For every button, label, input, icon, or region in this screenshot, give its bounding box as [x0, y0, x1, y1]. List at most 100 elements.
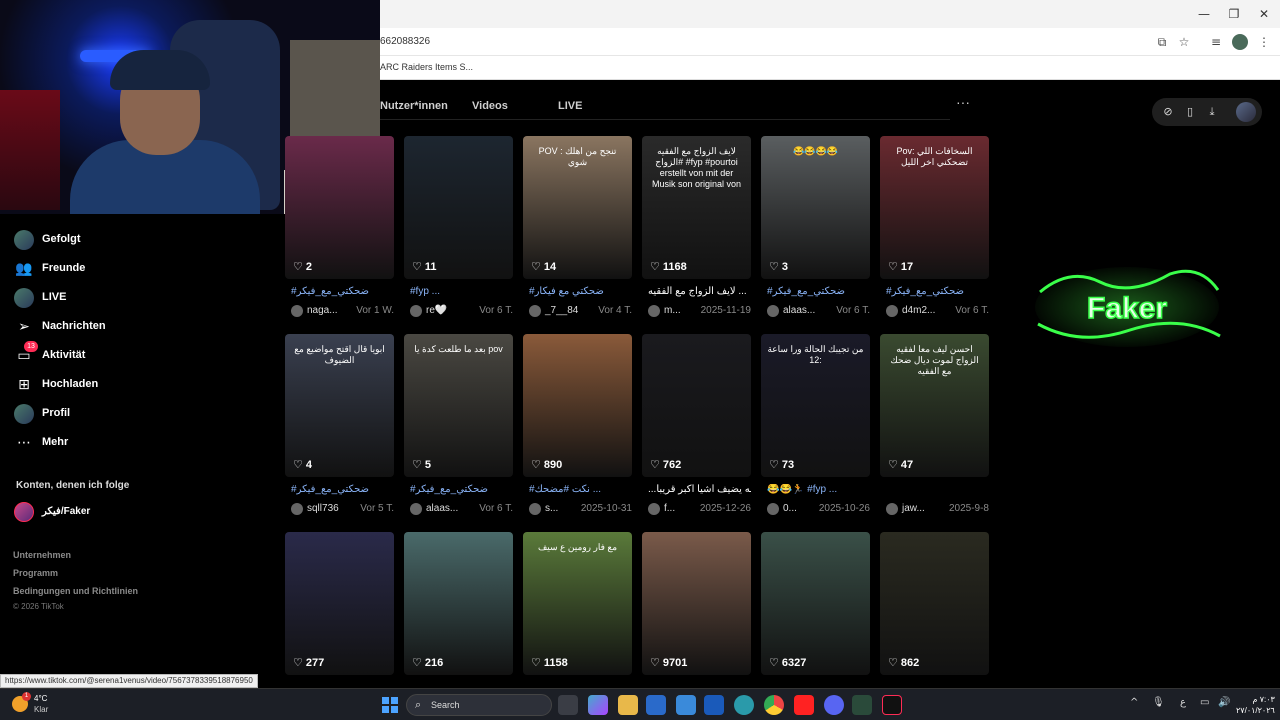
video-thumbnail[interactable]: بعد ما طلعت كدة يا pov ♡ 5	[404, 334, 513, 477]
store-icon[interactable]	[646, 695, 666, 715]
video-card[interactable]: لايف الزواج مع الفقيه #الزواج #fyp #pour…	[642, 136, 751, 326]
video-author[interactable]: naga...	[307, 305, 338, 316]
sidebar-item-profile[interactable]: Profil	[14, 404, 264, 426]
video-thumbnail[interactable]: ♡ 862	[880, 532, 989, 675]
file-explorer-icon[interactable]	[618, 695, 638, 715]
video-thumbnail[interactable]: ♡ 2	[285, 136, 394, 279]
task-view-icon[interactable]	[558, 695, 578, 715]
install-icon[interactable]: ⧉	[1154, 34, 1170, 50]
video-caption[interactable]: ...الله يضيف أشيا أكبر قريبا	[648, 484, 751, 495]
footer-link-program[interactable]: Programm	[13, 568, 58, 578]
video-caption[interactable]: #ضحكتي_مع_فيكر	[291, 484, 394, 495]
video-card[interactable]: ♡ 862	[880, 532, 989, 675]
video-caption[interactable]: #ضحكتي_مع_فيكر	[291, 286, 394, 297]
video-thumbnail[interactable]: Pov: السخافات اللي تضحكني اخر الليل ♡ 17	[880, 136, 989, 279]
avatar[interactable]	[529, 503, 541, 515]
video-author[interactable]: s...	[545, 503, 558, 514]
sidebar-item-messages[interactable]: ➢ Nachrichten	[14, 317, 264, 339]
video-thumbnail[interactable]: POV : تنجح من اهلك شوي ♡ 14	[523, 136, 632, 279]
outlook-icon[interactable]	[676, 695, 696, 715]
video-thumbnail[interactable]: 😂😂😂😂 ♡ 3	[761, 136, 870, 279]
video-author[interactable]: d4m2...	[902, 305, 935, 316]
video-thumbnail[interactable]: ♡ 890	[523, 334, 632, 477]
device-icon[interactable]: ▯	[1182, 104, 1198, 120]
video-card[interactable]: ♡ 762 ...الله يضيف أشيا أكبر قريبا f... 2025…	[642, 334, 751, 524]
video-card[interactable]: ♡ 890 #نكت #مضحك ... s... 2025-10-31	[523, 334, 632, 524]
sidebar-item-activity[interactable]: ▭ 13 Aktivität	[14, 341, 264, 368]
sidebar-item-following[interactable]: Gefolgt	[14, 230, 264, 252]
video-thumbnail[interactable]: ♡ 9701	[642, 532, 751, 675]
avatar[interactable]	[529, 305, 541, 317]
video-author[interactable]: _7__84	[545, 305, 578, 316]
video-card[interactable]: Pov: السخافات اللي تضحكني اخر الليل ♡ 17 #ض…	[880, 136, 989, 326]
video-card[interactable]: ♡ 6327	[761, 532, 870, 675]
bookmark-star-icon[interactable]: ☆	[1176, 34, 1192, 50]
avatar[interactable]	[410, 305, 422, 317]
video-author[interactable]: jaw...	[902, 503, 925, 514]
user-avatar[interactable]	[1236, 102, 1256, 122]
video-author[interactable]: sqll736	[307, 503, 339, 514]
sidebar-item-friends[interactable]: 👥 Freunde	[14, 259, 264, 281]
avatar[interactable]	[291, 503, 303, 515]
bookmark-item[interactable]: ARC Raiders Items S...	[380, 62, 473, 72]
video-card[interactable]: 😂😂😂😂 ♡ 3 #ضحكتي_مع_فيكر alaas... Vor 6 T.	[761, 136, 870, 326]
video-card[interactable]: ♡ 11 #fyp ... re🤍 Vor 6 T.	[404, 136, 513, 326]
restore-icon[interactable]: ❐	[1224, 6, 1244, 22]
footer-link-company[interactable]: Unternehmen	[13, 550, 71, 560]
video-thumbnail[interactable]: من تجيبك الحالة ورا ساعة 12: ♡ 73	[761, 334, 870, 477]
more-options-icon[interactable]: ···	[956, 94, 970, 110]
video-author[interactable]: m...	[664, 305, 681, 316]
media-icon[interactable]: ≡	[1208, 34, 1224, 50]
avatar[interactable]	[648, 305, 660, 317]
tab-users[interactable]: Nutzer*innen	[380, 100, 448, 112]
video-caption[interactable]: #ضحكتي مع فيكار	[529, 286, 632, 297]
following-account[interactable]: فيكر/Faker	[14, 502, 264, 524]
video-thumbnail[interactable]: ♡ 277	[285, 532, 394, 675]
close-icon[interactable]: ✕	[1254, 6, 1274, 22]
clock[interactable]: ٧:٠٣ م ٢٧/٠١/٢٠٢٦	[1236, 694, 1275, 716]
video-card[interactable]: مع فار رومين ع سيف ♡ 1158	[523, 532, 632, 675]
avatar[interactable]	[767, 503, 779, 515]
word-icon[interactable]	[704, 695, 724, 715]
avatar[interactable]	[886, 305, 898, 317]
video-author[interactable]: 0...	[783, 503, 797, 514]
video-card[interactable]: ♡ 2 #ضحكتي_مع_فيكر naga... Vor 1 W.	[285, 136, 394, 326]
sidebar-item-live[interactable]: LIVE	[14, 288, 264, 310]
video-author[interactable]: re🤍	[426, 305, 447, 316]
video-card[interactable]: من تجيبك الحالة ورا ساعة 12: ♡ 73 😂😂🏃 #fyp …	[761, 334, 870, 524]
tiktok-icon[interactable]	[882, 695, 902, 715]
tray-chevron-icon[interactable]: ^	[1130, 697, 1138, 708]
video-thumbnail[interactable]: ♡ 762	[642, 334, 751, 477]
video-thumbnail[interactable]: احسن ليف معا لفقيه الزواج لموت ديال ضحك …	[880, 334, 989, 477]
avatar[interactable]	[886, 503, 898, 515]
video-card[interactable]: ♡ 216	[404, 532, 513, 675]
video-thumbnail[interactable]: ابويا قال اقتح مواضيع مع الضيوف ♡ 4	[285, 334, 394, 477]
minimize-icon[interactable]: —	[1194, 6, 1214, 22]
microphone-icon[interactable]: 🎙	[1152, 697, 1165, 708]
video-author[interactable]: alaas...	[783, 305, 815, 316]
video-caption[interactable]: #ضحكتي_مع_فيكر	[410, 484, 513, 495]
language-indicator[interactable]: ع	[1180, 697, 1186, 708]
video-card[interactable]: ♡ 9701	[642, 532, 751, 675]
avatar[interactable]	[767, 305, 779, 317]
taskbar-search[interactable]: ⌕ Search	[406, 694, 552, 716]
sidebar-item-upload[interactable]: ⊞ Hochladen	[14, 375, 264, 397]
video-author[interactable]: alaas...	[426, 503, 458, 514]
start-icon[interactable]	[382, 697, 398, 713]
browser-menu-icon[interactable]: ⋮	[1256, 34, 1272, 50]
video-thumbnail[interactable]: مع فار رومين ع سيف ♡ 1158	[523, 532, 632, 675]
video-caption[interactable]: #ضحكتي_مع_فيكر	[886, 286, 989, 297]
video-card[interactable]: ♡ 277	[285, 532, 394, 675]
video-thumbnail[interactable]: ♡ 6327	[761, 532, 870, 675]
discord-icon[interactable]	[824, 695, 844, 715]
network-icon[interactable]: ▭	[1200, 697, 1209, 708]
volume-icon[interactable]: 🔊	[1218, 697, 1230, 708]
video-caption[interactable]: #نكت #مضحك ...	[529, 484, 632, 495]
video-caption[interactable]: لايف الزواج مع الفقيه ...	[648, 286, 751, 297]
video-author[interactable]: f...	[664, 503, 675, 514]
profile-avatar-icon[interactable]	[1232, 34, 1248, 50]
video-card[interactable]: احسن ليف معا لفقيه الزواج لموت ديال ضحك …	[880, 334, 989, 524]
footer-link-terms[interactable]: Bedingungen und Richtlinien	[13, 586, 138, 596]
video-card[interactable]: POV : تنجح من اهلك شوي ♡ 14 #ضحكتي مع فيكار…	[523, 136, 632, 326]
sidebar-item-more[interactable]: ⋯ Mehr	[14, 433, 264, 455]
